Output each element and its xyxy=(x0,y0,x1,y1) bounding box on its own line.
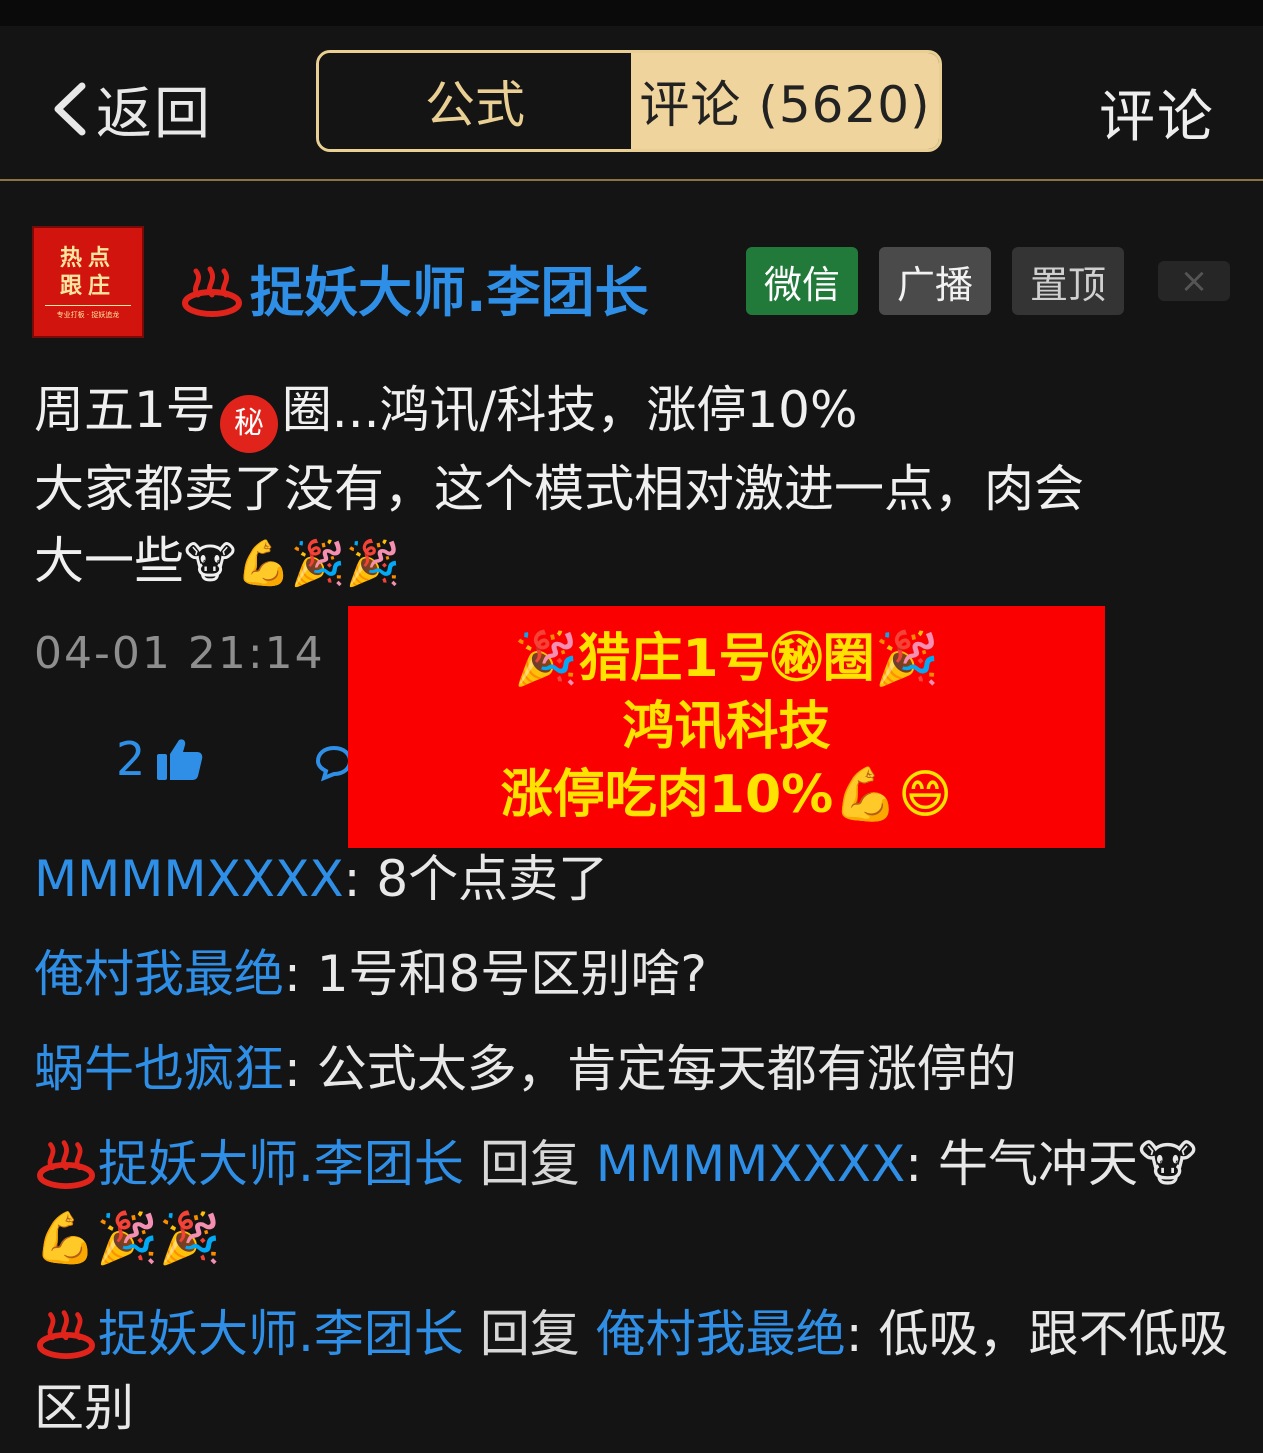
like-count: 2 xyxy=(116,732,146,786)
reply-target[interactable]: MMMMXXXX xyxy=(596,1135,906,1193)
tab-switcher: 公式 评论 (5620) xyxy=(316,50,942,152)
hot-spring-icon xyxy=(182,266,242,317)
reply-word: 回复 xyxy=(479,1135,580,1193)
tab-comments[interactable]: 评论 (5620) xyxy=(631,53,939,149)
back-label: 返回 xyxy=(96,81,212,147)
close-icon[interactable]: × xyxy=(1158,261,1230,301)
reply-word: 回复 xyxy=(479,1305,580,1363)
pin-button[interactable]: 置顶 xyxy=(1012,247,1124,315)
comment-item: 俺村我最绝: 1号和8号区别啥? xyxy=(34,945,707,1003)
hot-spring-icon xyxy=(37,1310,95,1359)
author-name[interactable]: 捉妖大师.李团长 xyxy=(180,248,649,327)
comment-username[interactable]: 捉妖大师.李团长 xyxy=(98,1135,464,1193)
hot-spring-icon xyxy=(37,1140,95,1189)
post-emojis: 🐮💪🎉🎉 xyxy=(184,538,401,589)
comment-username[interactable]: MMMMXXXX xyxy=(34,850,344,908)
broadcast-button[interactable]: 广播 xyxy=(879,247,991,315)
status-bar xyxy=(0,0,1263,26)
back-chevron-icon xyxy=(54,82,86,136)
thumbs-up-icon xyxy=(157,739,203,780)
banner-line-2: 鸿讯科技 xyxy=(622,697,831,757)
comment-username[interactable]: 捉妖大师.李团长 xyxy=(98,1305,464,1363)
comment-text: 8个点卖了 xyxy=(376,850,609,908)
comment-text: 1号和8号区别啥? xyxy=(316,945,707,1003)
top-navigation-bar: 返回 公式 评论 (5620) 评论 xyxy=(0,26,1263,181)
comment-item: 捉妖大师.李团长 回复 MMMMXXXX: 牛气冲天🐮💪🎉🎉 xyxy=(34,1135,1198,1267)
comment-item: 蜗牛也疯狂: 公式太多，肯定每天都有涨停的 xyxy=(34,1040,1017,1098)
write-comment-button[interactable]: 评论 xyxy=(1099,72,1215,153)
wechat-button[interactable]: 微信 xyxy=(746,247,858,315)
secret-mark-icon: 秘 xyxy=(219,395,278,453)
comment-item: MMMMXXXX: 8个点卖了 xyxy=(34,850,609,908)
banner-line-3: 涨停吃肉10%💪😄 xyxy=(500,765,953,825)
post-body: 周五1号秘圈...鸿讯/科技，涨停10% 大家都卖了没有，这个模式相对激进一点，… xyxy=(34,381,1084,590)
reply-target[interactable]: 俺村我最绝 xyxy=(596,1305,846,1363)
comment-username[interactable]: 蜗牛也疯狂 xyxy=(34,1040,284,1098)
comment-username[interactable]: 俺村我最绝 xyxy=(34,945,284,1003)
comment-item: 捉妖大师.李团长 回复 俺村我最绝: 低吸，跟不低吸区别 xyxy=(34,1305,1229,1437)
like-button[interactable]: 2 xyxy=(116,732,203,786)
promo-banner: 🎉猎庄1号㊙圈🎉 鸿讯科技 涨停吃肉10%💪😄 xyxy=(348,606,1105,848)
back-button[interactable]: 返回 xyxy=(48,74,212,147)
post-timestamp: 04-01 21:14 xyxy=(34,628,325,679)
tab-formula[interactable]: 公式 xyxy=(319,53,631,149)
comment-text: 公式太多，肯定每天都有涨停的 xyxy=(316,1040,1017,1098)
author-avatar[interactable]: 热点 跟庄 专业打板 · 捉妖追龙 xyxy=(32,226,144,338)
banner-line-1: 🎉猎庄1号㊙圈🎉 xyxy=(513,629,940,689)
